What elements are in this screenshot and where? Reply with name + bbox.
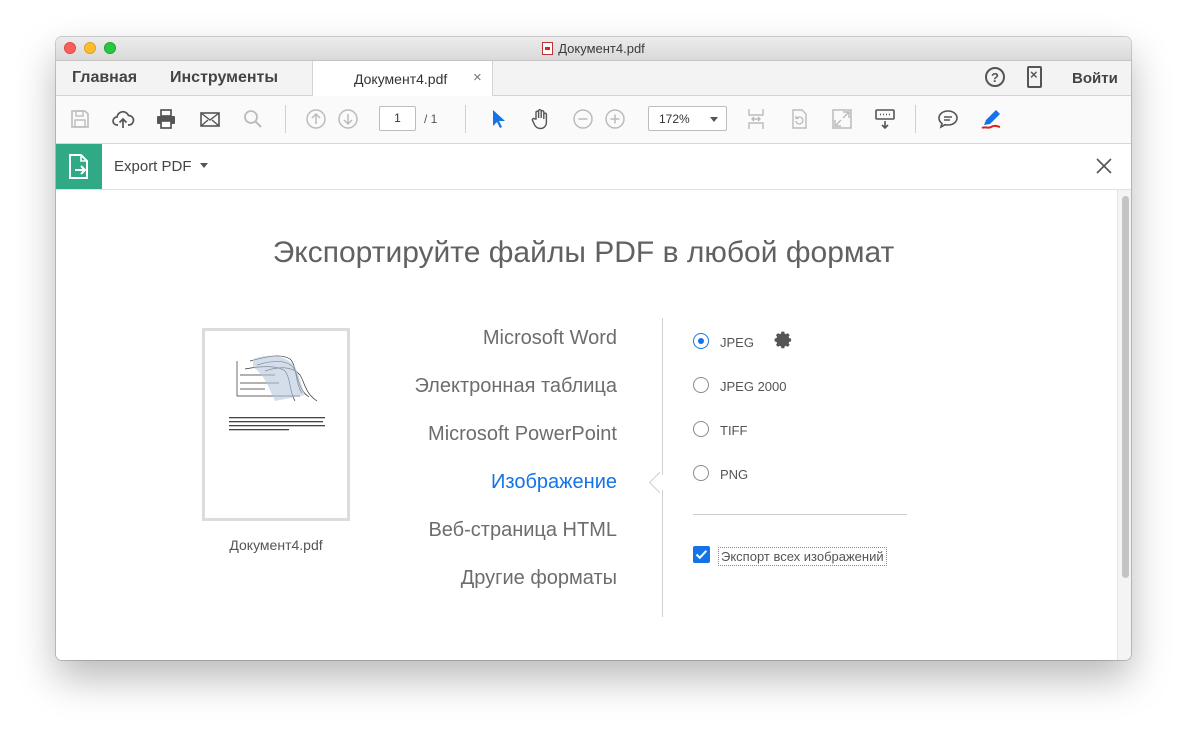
help-icon[interactable]: ?: [985, 67, 1005, 87]
print-icon[interactable]: [154, 107, 178, 131]
window-title: Документ4.pdf: [56, 41, 1131, 56]
page-number-input[interactable]: 1: [379, 106, 416, 131]
page-title: Экспортируйте файлы PDF в любой формат: [272, 236, 895, 269]
tab-document-label: Документ4.pdf: [354, 71, 448, 87]
page-down-icon[interactable]: [336, 107, 360, 131]
zoom-value: 172%: [659, 112, 690, 126]
option-tiff-label: TIFF: [720, 423, 748, 438]
page-total: / 1: [424, 112, 438, 126]
close-icon[interactable]: [1094, 156, 1114, 176]
menu-bar: Главная Инструменты Документ4.pdf × ? Во…: [56, 61, 1131, 96]
sign-icon[interactable]: [979, 107, 1003, 131]
options-divider: [693, 514, 907, 515]
document-thumbnail: [202, 328, 350, 521]
email-icon[interactable]: [198, 107, 222, 131]
format-html[interactable]: Веб-страница HTML: [428, 519, 617, 542]
toolbar-separator: [285, 105, 286, 133]
export-all-images-checkbox[interactable]: [693, 546, 710, 563]
format-powerpoint[interactable]: Microsoft PowerPoint: [428, 423, 617, 446]
export-pdf-icon: [56, 144, 102, 189]
fit-width-icon[interactable]: [744, 107, 768, 131]
export-all-images-label[interactable]: Экспорт всех изображений: [718, 547, 887, 566]
export-panel: Экспортируйте файлы PDF в любой формат Д…: [56, 190, 1116, 660]
zoom-dropdown[interactable]: 172%: [648, 106, 727, 131]
save-icon[interactable]: [68, 107, 92, 131]
rotate-page-icon[interactable]: [787, 107, 811, 131]
format-image[interactable]: Изображение: [491, 471, 617, 494]
format-spreadsheet[interactable]: Электронная таблица: [414, 375, 617, 398]
toolbar: 1 / 1 172%: [56, 96, 1131, 144]
tab-document[interactable]: Документ4.pdf ×: [312, 61, 493, 96]
window-title-text: Документ4.pdf: [558, 41, 645, 56]
format-other[interactable]: Другие форматы: [461, 567, 617, 590]
select-arrow-icon[interactable]: [486, 107, 510, 131]
option-png-label: PNG: [720, 467, 749, 482]
app-window: Документ4.pdf Главная Инструменты Докуме…: [56, 37, 1131, 660]
toolbar-separator: [915, 105, 916, 133]
title-bar: Документ4.pdf: [56, 37, 1131, 61]
radio-png[interactable]: [693, 465, 709, 481]
zoom-out-icon[interactable]: [571, 107, 595, 131]
signin-link[interactable]: Войти: [1072, 70, 1118, 87]
tab-close-icon[interactable]: ×: [473, 69, 482, 86]
gear-icon[interactable]: [773, 330, 793, 350]
selection-pointer: [648, 471, 671, 494]
read-mode-icon[interactable]: [873, 107, 897, 131]
format-word[interactable]: Microsoft Word: [483, 327, 617, 350]
search-icon[interactable]: [241, 107, 265, 131]
thumbnail-label: Документ4.pdf: [229, 537, 323, 553]
page-up-icon[interactable]: [304, 107, 328, 131]
fullscreen-icon[interactable]: [830, 107, 854, 131]
export-pdf-bar: Export PDF: [56, 144, 1131, 190]
export-pdf-title: Export PDF: [114, 158, 192, 175]
option-jpeg-label: JPEG: [720, 335, 754, 350]
radio-jpeg[interactable]: [693, 333, 709, 349]
toolbar-separator: [465, 105, 466, 133]
option-jpeg2000-label: JPEG 2000: [720, 379, 787, 394]
menu-tools[interactable]: Инструменты: [170, 69, 278, 87]
radio-jpeg2000[interactable]: [693, 377, 709, 393]
hand-icon[interactable]: [528, 107, 552, 131]
comment-icon[interactable]: [936, 107, 960, 131]
chevron-down-icon: [710, 117, 718, 122]
pdf-file-icon: [542, 42, 554, 55]
menu-home[interactable]: Главная: [72, 69, 137, 87]
zoom-in-icon[interactable]: [603, 107, 627, 131]
panel-divider: [662, 318, 663, 617]
radio-tiff[interactable]: [693, 421, 709, 437]
scrollbar[interactable]: [1117, 190, 1131, 660]
mobile-link-icon[interactable]: [1027, 66, 1042, 88]
chevron-down-icon: [199, 163, 208, 168]
export-pdf-dropdown[interactable]: Export PDF: [114, 158, 208, 175]
checkmark-icon: [695, 550, 708, 560]
scrollbar-thumb[interactable]: [1122, 196, 1129, 578]
thumbnail-preview-image: [229, 355, 325, 431]
upload-cloud-icon[interactable]: [111, 107, 135, 131]
